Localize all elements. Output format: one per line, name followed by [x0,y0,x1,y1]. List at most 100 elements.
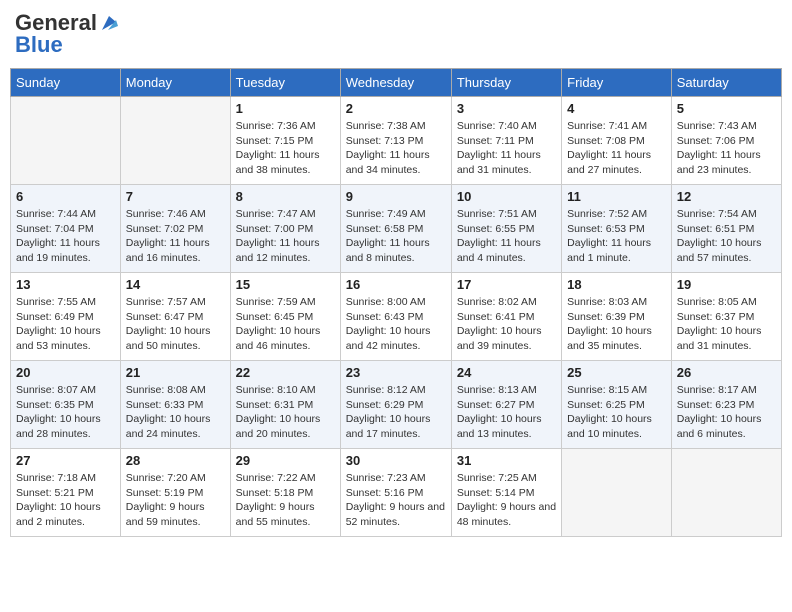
calendar-cell: 28 Sunrise: 7:20 AMSunset: 5:19 PMDayligh… [120,449,230,537]
day-info: Sunrise: 8:10 AMSunset: 6:31 PMDaylight:… [236,383,335,442]
calendar-header-row: SundayMondayTuesdayWednesdayThursdayFrid… [11,69,782,97]
calendar-cell: 20Sunrise: 8:07 AMSunset: 6:35 PMDayligh… [11,361,121,449]
day-info: Sunrise: 7:22 AMSunset: 5:18 PMDaylight:… [236,471,335,530]
day-info: Sunrise: 7:49 AMSunset: 6:58 PMDaylight:… [346,207,446,266]
day-info: Sunrise: 8:00 AMSunset: 6:43 PMDaylight:… [346,295,446,354]
calendar-cell [120,97,230,185]
calendar-cell: 11Sunrise: 7:52 AMSunset: 6:53 PMDayligh… [562,185,672,273]
calendar-week-row: 27Sunrise: 7:18 AMSunset: 5:21 PMDayligh… [11,449,782,537]
day-number: 16 [346,277,446,292]
calendar-cell: 21Sunrise: 8:08 AMSunset: 6:33 PMDayligh… [120,361,230,449]
day-number: 28 [126,453,225,468]
day-info: Sunrise: 7:20 AMSunset: 5:19 PMDaylight:… [126,471,225,530]
calendar-cell: 22 Sunrise: 8:10 AMSunset: 6:31 PMDayligh… [230,361,340,449]
calendar-table: SundayMondayTuesdayWednesdayThursdayFrid… [10,68,782,537]
calendar-cell: 12 Sunrise: 7:54 AMSunset: 6:51 PMDayligh… [671,185,781,273]
day-info: Sunrise: 7:23 AMSunset: 5:16 PMDaylight:… [346,471,446,530]
day-number: 22 [236,365,335,380]
day-info: Sunrise: 8:05 AMSunset: 6:37 PMDaylight:… [677,295,776,354]
calendar-cell: 17 Sunrise: 8:02 AMSunset: 6:41 PMDayligh… [451,273,561,361]
day-number: 8 [236,189,335,204]
calendar-cell: 23 Sunrise: 8:12 AMSunset: 6:29 PMDayligh… [340,361,451,449]
day-number: 13 [16,277,115,292]
calendar-week-row: 1 Sunrise: 7:36 AMSunset: 7:15 PMDaylight… [11,97,782,185]
day-info: Sunrise: 7:25 AMSunset: 5:14 PMDaylight:… [457,471,556,530]
calendar-day-header: Wednesday [340,69,451,97]
calendar-day-header: Monday [120,69,230,97]
calendar-cell: 2Sunrise: 7:38 AMSunset: 7:13 PMDaylight… [340,97,451,185]
day-number: 30 [346,453,446,468]
day-number: 2 [346,101,446,116]
calendar-cell: 13Sunrise: 7:55 AMSunset: 6:49 PMDayligh… [11,273,121,361]
calendar-week-row: 13Sunrise: 7:55 AMSunset: 6:49 PMDayligh… [11,273,782,361]
day-number: 24 [457,365,556,380]
day-number: 1 [236,101,335,116]
calendar-cell: 6Sunrise: 7:44 AMSunset: 7:04 PMDaylight… [11,185,121,273]
day-number: 31 [457,453,556,468]
calendar-day-header: Saturday [671,69,781,97]
day-number: 5 [677,101,776,116]
calendar-cell: 30 Sunrise: 7:23 AMSunset: 5:16 PMDayligh… [340,449,451,537]
day-number: 9 [346,189,446,204]
calendar-cell: 1 Sunrise: 7:36 AMSunset: 7:15 PMDaylight… [230,97,340,185]
calendar-cell [562,449,672,537]
logo-blue: Blue [15,32,63,58]
calendar-day-header: Sunday [11,69,121,97]
day-info: Sunrise: 8:15 AMSunset: 6:25 PMDaylight:… [567,383,666,442]
day-number: 26 [677,365,776,380]
day-info: Sunrise: 7:51 AMSunset: 6:55 PMDaylight:… [457,207,556,266]
day-number: 29 [236,453,335,468]
calendar-cell: 8 Sunrise: 7:47 AMSunset: 7:00 PMDaylight… [230,185,340,273]
calendar-cell: 7 Sunrise: 7:46 AMSunset: 7:02 PMDaylight… [120,185,230,273]
calendar-cell: 16 Sunrise: 8:00 AMSunset: 6:43 PMDayligh… [340,273,451,361]
calendar-week-row: 6Sunrise: 7:44 AMSunset: 7:04 PMDaylight… [11,185,782,273]
day-info: Sunrise: 8:02 AMSunset: 6:41 PMDaylight:… [457,295,556,354]
day-info: Sunrise: 7:59 AMSunset: 6:45 PMDaylight:… [236,295,335,354]
day-number: 4 [567,101,666,116]
day-number: 25 [567,365,666,380]
logo-icon [98,12,120,34]
day-info: Sunrise: 8:07 AMSunset: 6:35 PMDaylight:… [16,383,115,442]
day-info: Sunrise: 7:36 AMSunset: 7:15 PMDaylight:… [236,119,335,178]
day-info: Sunrise: 7:44 AMSunset: 7:04 PMDaylight:… [16,207,115,266]
day-info: Sunrise: 7:46 AMSunset: 7:02 PMDaylight:… [126,207,225,266]
day-number: 11 [567,189,666,204]
day-number: 27 [16,453,115,468]
day-info: Sunrise: 7:54 AMSunset: 6:51 PMDaylight:… [677,207,776,266]
day-info: Sunrise: 8:03 AMSunset: 6:39 PMDaylight:… [567,295,666,354]
day-info: Sunrise: 8:17 AMSunset: 6:23 PMDaylight:… [677,383,776,442]
day-number: 12 [677,189,776,204]
day-number: 7 [126,189,225,204]
calendar-cell: 3 Sunrise: 7:40 AMSunset: 7:11 PMDaylight… [451,97,561,185]
calendar-day-header: Thursday [451,69,561,97]
calendar-week-row: 20Sunrise: 8:07 AMSunset: 6:35 PMDayligh… [11,361,782,449]
calendar-cell: 18 Sunrise: 8:03 AMSunset: 6:39 PMDayligh… [562,273,672,361]
day-number: 10 [457,189,556,204]
day-info: Sunrise: 8:12 AMSunset: 6:29 PMDaylight:… [346,383,446,442]
day-info: Sunrise: 7:43 AMSunset: 7:06 PMDaylight:… [677,119,776,178]
day-number: 15 [236,277,335,292]
calendar-cell [671,449,781,537]
calendar-cell: 15 Sunrise: 7:59 AMSunset: 6:45 PMDayligh… [230,273,340,361]
calendar-cell: 9 Sunrise: 7:49 AMSunset: 6:58 PMDaylight… [340,185,451,273]
day-number: 23 [346,365,446,380]
day-number: 14 [126,277,225,292]
calendar-day-header: Tuesday [230,69,340,97]
calendar-cell: 10 Sunrise: 7:51 AMSunset: 6:55 PMDayligh… [451,185,561,273]
day-number: 17 [457,277,556,292]
calendar-day-header: Friday [562,69,672,97]
day-number: 3 [457,101,556,116]
calendar-cell: 5 Sunrise: 7:43 AMSunset: 7:06 PMDaylight… [671,97,781,185]
day-info: Sunrise: 7:41 AMSunset: 7:08 PMDaylight:… [567,119,666,178]
page-header: General Blue [10,10,782,58]
day-number: 18 [567,277,666,292]
day-number: 19 [677,277,776,292]
calendar-cell: 24 Sunrise: 8:13 AMSunset: 6:27 PMDayligh… [451,361,561,449]
day-info: Sunrise: 7:47 AMSunset: 7:00 PMDaylight:… [236,207,335,266]
day-info: Sunrise: 7:40 AMSunset: 7:11 PMDaylight:… [457,119,556,178]
calendar-cell: 26 Sunrise: 8:17 AMSunset: 6:23 PMDayligh… [671,361,781,449]
calendar-cell: 14Sunrise: 7:57 AMSunset: 6:47 PMDayligh… [120,273,230,361]
day-info: Sunrise: 8:13 AMSunset: 6:27 PMDaylight:… [457,383,556,442]
day-info: Sunrise: 8:08 AMSunset: 6:33 PMDaylight:… [126,383,225,442]
calendar-cell: 19 Sunrise: 8:05 AMSunset: 6:37 PMDayligh… [671,273,781,361]
